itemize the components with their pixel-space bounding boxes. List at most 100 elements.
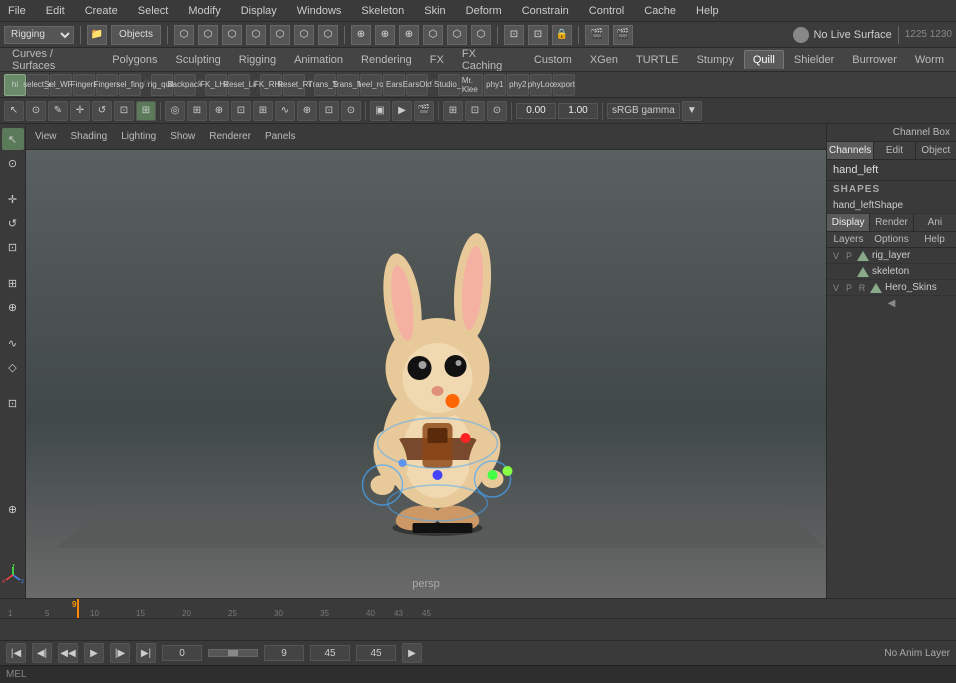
shelf-icon-studio[interactable]: Studio_I [438, 74, 460, 96]
menu-display[interactable]: Display [237, 3, 281, 19]
step-fwd-btn[interactable]: |▶ [110, 643, 130, 663]
prev-key-btn[interactable]: |◀ [6, 643, 26, 663]
layer-name-0[interactable]: rig_layer [872, 250, 952, 261]
shelf-icon-selwfp[interactable]: Sel_WFP [50, 74, 72, 96]
tool-icon-4[interactable]: ⬡ [246, 25, 266, 45]
poly-tool-left[interactable]: ◇ [2, 356, 24, 378]
tool-icon-6[interactable]: ⬡ [294, 25, 314, 45]
tool-icon-7[interactable]: ⬡ [318, 25, 338, 45]
anim-prefs-btn[interactable]: ▶ [402, 643, 422, 663]
tool-icon-2[interactable]: ⬡ [198, 25, 218, 45]
rotate-tool-left[interactable]: ↺ [2, 212, 24, 234]
folder-icon[interactable]: 📁 [87, 25, 107, 45]
misc-tool-2[interactable]: ⊕ [2, 498, 24, 520]
tool-icon-9[interactable]: ⊕ [375, 25, 395, 45]
show-tool-left[interactable]: ⊕ [2, 296, 24, 318]
dt-render[interactable]: Render [870, 214, 913, 231]
view-seq[interactable]: ⊡ [465, 101, 485, 121]
layer-name-2[interactable]: Hero_Skins [885, 282, 952, 293]
shelf-icon-backpack[interactable]: Backpack [174, 74, 196, 96]
cb-tab-object[interactable]: Object [916, 142, 956, 159]
ipr-render[interactable]: ▶ [392, 101, 412, 121]
shelf-tab-quill[interactable]: Quill [744, 50, 784, 69]
move-tool-left[interactable]: ✛ [2, 188, 24, 210]
tool-icon-1[interactable]: ⬡ [174, 25, 194, 45]
paint-tool-left[interactable]: ⊙ [2, 152, 24, 174]
shelf-tab-sculpting[interactable]: Sculpting [168, 51, 229, 69]
shelf-icon-fingers1[interactable]: Fingers [73, 74, 95, 96]
shelf-icon-earsold[interactable]: EarsOld [406, 74, 428, 96]
shelf-icon-fingers2[interactable]: Fingers [96, 74, 118, 96]
render-icon-2[interactable]: 🎬 [613, 25, 633, 45]
menu-create[interactable]: Create [81, 3, 122, 19]
shelf-tab-fx[interactable]: FX [422, 51, 452, 69]
snap-point[interactable]: ⊕ [297, 101, 317, 121]
snap-tool-left[interactable]: ⊞ [2, 272, 24, 294]
layer-p-0[interactable]: P [844, 251, 854, 261]
menu-help[interactable]: Help [692, 3, 723, 19]
menu-deform[interactable]: Deform [462, 3, 506, 19]
shelf-tab-custom[interactable]: Custom [526, 51, 580, 69]
tool-icon-13[interactable]: ⬡ [471, 25, 491, 45]
dt-ani[interactable]: Ani [914, 214, 956, 231]
step-back-btn[interactable]: ◀| [32, 643, 52, 663]
scale-tool-left[interactable]: ⊡ [2, 236, 24, 258]
lighting-menu[interactable]: Lighting [116, 129, 161, 144]
magnet-icon[interactable]: 🔒 [552, 25, 572, 45]
shelf-tab-shielder[interactable]: Shielder [786, 51, 842, 69]
paint-select[interactable]: ✎ [48, 101, 68, 121]
snap-proj[interactable]: ⊙ [341, 101, 361, 121]
shelf-tab-worm[interactable]: Worm [907, 51, 952, 69]
layer-r-2[interactable]: R [857, 283, 867, 293]
cam-match[interactable]: ⊞ [443, 101, 463, 121]
panels-menu[interactable]: Panels [260, 129, 301, 144]
lt-layers[interactable]: Layers [827, 232, 870, 247]
shelf-tab-fxcaching[interactable]: FX Caching [454, 48, 524, 72]
shelf-icon-phyloo[interactable]: phyLoo [530, 74, 552, 96]
menu-cache[interactable]: Cache [640, 3, 680, 19]
shelf-tab-animation[interactable]: Animation [286, 51, 351, 69]
layer-v-0[interactable]: V [831, 251, 841, 261]
renderer-menu[interactable]: Renderer [204, 129, 256, 144]
menu-windows[interactable]: Windows [293, 3, 346, 19]
rotate-tool[interactable]: ↺ [92, 101, 112, 121]
shelf-icon-phy1[interactable]: phy1 [484, 74, 506, 96]
tool-icon-11[interactable]: ⬡ [423, 25, 443, 45]
mode-select[interactable]: Rigging [4, 26, 74, 44]
shelf-icon-export[interactable]: export [553, 74, 575, 96]
frame-input-1[interactable] [516, 103, 556, 119]
render-btn[interactable]: 🎬 [414, 101, 434, 121]
move-tool[interactable]: ✛ [70, 101, 90, 121]
shelf-icon-mrklee[interactable]: Mr. Klee [461, 74, 483, 96]
cb-tab-channels[interactable]: Channels [827, 142, 874, 159]
end-frame-1-input[interactable] [310, 645, 350, 661]
render-region[interactable]: ▣ [370, 101, 390, 121]
play-btn[interactable]: ▶ [84, 643, 104, 663]
curve-tool-left[interactable]: ∿ [2, 332, 24, 354]
range-handle[interactable] [208, 649, 258, 657]
snap-icon[interactable]: ⊡ [504, 25, 524, 45]
select-tool-left[interactable]: ↖ [2, 128, 24, 150]
shelf-icon-heelrol[interactable]: heel_rol [360, 74, 382, 96]
snap-curve[interactable]: ∿ [275, 101, 295, 121]
shelf-tab-stumpy[interactable]: Stumpy [689, 51, 742, 69]
menu-edit[interactable]: Edit [42, 3, 69, 19]
time-ruler[interactable]: 1 5 10 15 20 25 30 35 40 43 9 45 [0, 599, 956, 619]
shelf-tab-rigging[interactable]: Rigging [231, 51, 284, 69]
next-key-btn[interactable]: ▶| [136, 643, 156, 663]
universal-tool[interactable]: ⊞ [136, 101, 156, 121]
shelf-tab-curves[interactable]: Curves / Surfaces [4, 48, 102, 72]
tool-icon-3[interactable]: ⬡ [222, 25, 242, 45]
cb-tab-edit[interactable]: Edit [874, 142, 915, 159]
snap-grid[interactable]: ⊞ [253, 101, 273, 121]
objects-btn[interactable]: Objects [111, 25, 161, 45]
scale-tool[interactable]: ⊡ [114, 101, 134, 121]
hypershade[interactable]: ⊙ [487, 101, 507, 121]
play-back-btn[interactable]: ◀◀ [58, 643, 78, 663]
show-manip[interactable]: ⊡ [231, 101, 251, 121]
shelf-icon-selfing[interactable]: sel_fing [119, 74, 141, 96]
tool-icon-12[interactable]: ⬡ [447, 25, 467, 45]
gamma-options[interactable]: ▼ [682, 101, 702, 121]
sym-tool[interactable]: ⊞ [187, 101, 207, 121]
shelf-icon-resetri[interactable]: Reset_Ri [283, 74, 305, 96]
